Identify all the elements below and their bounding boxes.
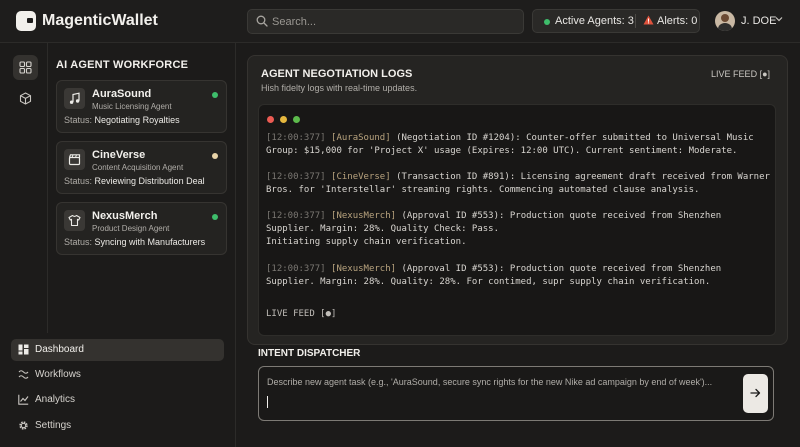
agent-icon-box bbox=[64, 88, 85, 109]
search-input[interactable] bbox=[272, 13, 517, 30]
system-status-pill[interactable]: Active Agents: 3 Alerts: 0 bbox=[532, 9, 700, 33]
agent-status-dot bbox=[212, 92, 218, 98]
agent-role: Music Licensing Agent bbox=[92, 102, 172, 111]
status-prefix: Status: bbox=[64, 115, 93, 125]
negotiation-logs-panel: AGENT NEGOTIATION LOGS Hish fidelty logs… bbox=[247, 55, 788, 345]
send-button[interactable] bbox=[743, 374, 768, 413]
nav-item-dashboard[interactable]: Dashboard bbox=[11, 339, 224, 361]
window-close-dot bbox=[267, 116, 274, 123]
sidebar-divider bbox=[235, 43, 236, 447]
log-timestamp: [12:00:377] bbox=[266, 264, 326, 274]
nav-item-analytics[interactable]: Analytics bbox=[11, 389, 224, 411]
chevron-down-icon[interactable] bbox=[775, 16, 783, 22]
avatar[interactable] bbox=[715, 11, 735, 31]
status-prefix: Status: bbox=[64, 237, 93, 247]
dashboard-grid-icon bbox=[18, 344, 29, 355]
alert-triangle-icon bbox=[643, 15, 654, 25]
agent-card-cineverse[interactable]: CineVerse Content Acquisition Agent Stat… bbox=[56, 141, 227, 194]
log-entry: [12:00:377] [AuraSound] (Negotiation ID … bbox=[266, 132, 771, 158]
intent-dispatcher-title: INTENT DISPATCHER bbox=[258, 348, 361, 359]
log-agent: [NexusMerch] bbox=[331, 264, 397, 274]
text-caret bbox=[267, 396, 268, 408]
log-terminal[interactable]: [12:00:377] [AuraSound] (Negotiation ID … bbox=[258, 104, 776, 336]
live-feed-indicator: LIVE FEED [●] bbox=[711, 69, 770, 79]
agent-status-value: Reviewing Distribution Deal bbox=[94, 176, 205, 186]
agent-icon-box bbox=[64, 149, 85, 170]
icon-rail bbox=[0, 43, 48, 333]
music-note-icon bbox=[69, 92, 80, 104]
log-entry: [12:00:377] [CineVerse] (Transaction ID … bbox=[266, 171, 771, 197]
log-entry: [12:00:377] [NexusMerch] (Approval ID #5… bbox=[266, 210, 771, 249]
search-icon bbox=[256, 15, 268, 27]
rail-cube-button[interactable] bbox=[13, 86, 38, 111]
line-chart-icon bbox=[18, 394, 29, 405]
alerts-count: Alerts: 0 bbox=[657, 15, 698, 27]
window-maximize-dot bbox=[293, 116, 300, 123]
agent-icon-box bbox=[64, 210, 85, 231]
status-prefix: Status: bbox=[64, 176, 93, 186]
agent-status-dot bbox=[212, 214, 218, 220]
active-agents-count: Active Agents: 3 bbox=[555, 15, 634, 27]
agent-status: Status: Syncing with Manufacturers bbox=[64, 237, 205, 247]
log-text-continued: Initiating supply chain verification. bbox=[266, 237, 467, 247]
nav-label: Dashboard bbox=[35, 344, 84, 355]
agent-name: NexusMerch bbox=[92, 210, 158, 222]
nav-item-workflows[interactable]: Workflows bbox=[11, 364, 224, 386]
agent-status: Status: Reviewing Distribution Deal bbox=[64, 176, 205, 186]
user-name[interactable]: J. DOE bbox=[741, 15, 776, 27]
tshirt-icon bbox=[68, 214, 81, 227]
agent-role: Content Acquisition Agent bbox=[92, 163, 184, 172]
log-timestamp: [12:00:377] bbox=[266, 172, 326, 182]
agent-status: Status: Negotiating Royalties bbox=[64, 115, 180, 125]
agent-name: AuraSound bbox=[92, 88, 152, 100]
rail-dashboard-button[interactable] bbox=[13, 55, 38, 80]
workflow-icon bbox=[18, 370, 29, 379]
log-timestamp: [12:00:377] bbox=[266, 133, 326, 143]
agent-role: Product Design Agent bbox=[92, 224, 170, 233]
log-agent: [CineVerse] bbox=[331, 172, 391, 182]
log-agent: [AuraSound] bbox=[331, 133, 391, 143]
workforce-title: AI AGENT WORKFORCE bbox=[56, 59, 189, 71]
nav-label: Analytics bbox=[35, 394, 76, 405]
cube-icon bbox=[19, 92, 32, 105]
nav-item-settings[interactable]: Settings bbox=[11, 415, 224, 437]
gear-icon bbox=[19, 421, 28, 430]
wallet-logo-icon bbox=[16, 11, 36, 31]
agent-name: CineVerse bbox=[92, 149, 146, 161]
agent-status-value: Negotiating Royalties bbox=[94, 115, 180, 125]
agent-status-dot bbox=[212, 153, 218, 159]
app-name: MagenticWallet bbox=[42, 12, 158, 29]
logs-title: AGENT NEGOTIATION LOGS bbox=[261, 68, 413, 80]
nav-label: Workflows bbox=[35, 369, 81, 380]
search-box[interactable] bbox=[247, 9, 524, 34]
arrow-right-icon bbox=[750, 388, 761, 398]
pill-divider bbox=[635, 14, 636, 28]
agent-card-nexusmerch[interactable]: NexusMerch Product Design Agent Status: … bbox=[56, 202, 227, 255]
log-agent: [NexusMerch] bbox=[331, 211, 397, 221]
logs-subtitle: Hish fidelty logs with real-time updates… bbox=[261, 83, 418, 93]
live-feed-footer: LIVE FEED [●] bbox=[266, 309, 337, 319]
intent-placeholder[interactable]: Describe new agent task (e.g., 'AuraSoun… bbox=[267, 377, 712, 387]
agent-status-value: Syncing with Manufacturers bbox=[94, 237, 206, 247]
log-timestamp: [12:00:377] bbox=[266, 211, 326, 221]
top-bar: MagenticWallet Active Agents: 3 Alerts: … bbox=[0, 0, 800, 43]
log-entry: [12:00:377] [NexusMerch] (Approval ID #5… bbox=[266, 263, 771, 289]
agent-card-aurasound[interactable]: AuraSound Music Licensing Agent Status: … bbox=[56, 80, 227, 133]
intent-input-box[interactable]: Describe new agent task (e.g., 'AuraSoun… bbox=[258, 366, 774, 421]
film-clapper-icon bbox=[68, 154, 81, 166]
dashboard-grid-icon bbox=[19, 61, 32, 74]
window-minimize-dot bbox=[280, 116, 287, 123]
active-status-dot bbox=[544, 19, 550, 25]
nav-label: Settings bbox=[35, 420, 72, 431]
